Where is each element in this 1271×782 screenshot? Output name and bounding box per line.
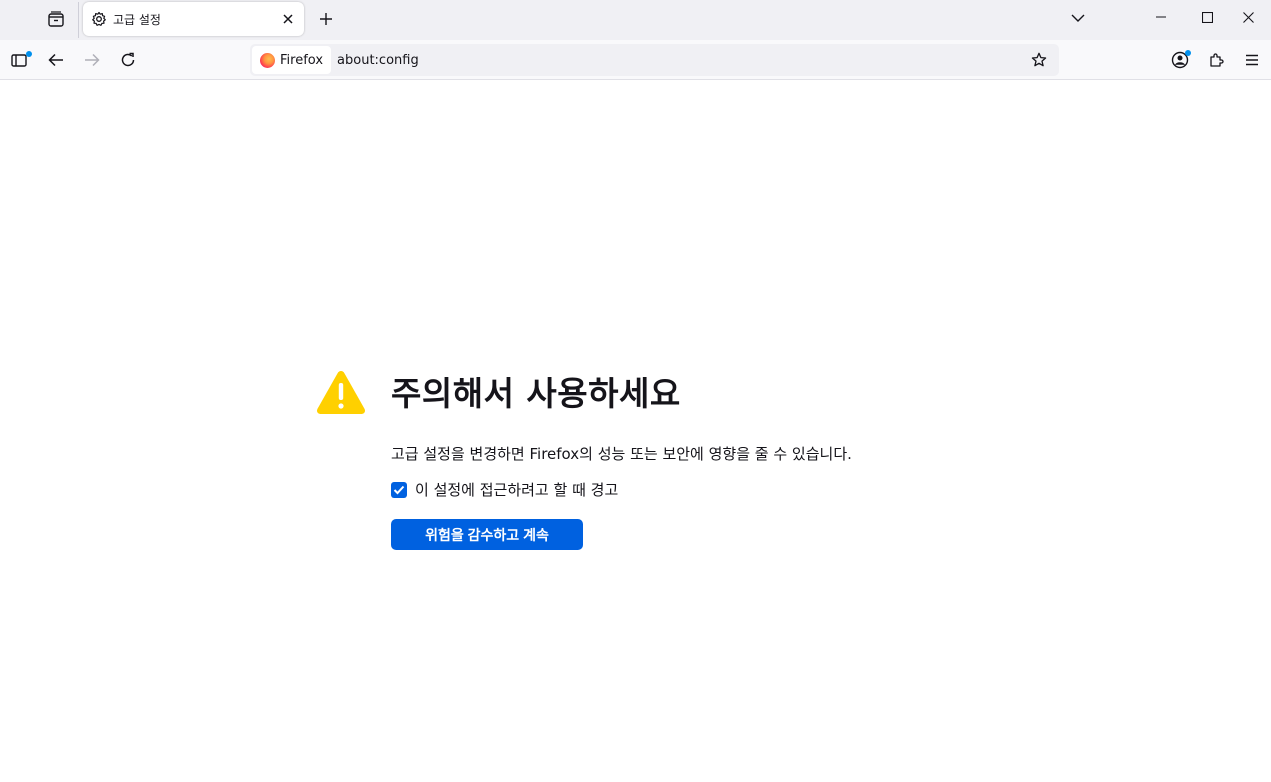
warning-description: 고급 설정을 변경하면 Firefox의 성능 또는 보안에 영향을 줄 수 있… [391,445,852,463]
reload-icon [121,52,135,67]
plus-icon [320,13,332,25]
firefox-view-icon [48,11,64,27]
extensions-button[interactable] [1201,45,1231,75]
url-input[interactable]: about:config [337,53,1025,68]
star-icon [1031,52,1047,67]
warning-checkbox-label[interactable]: 이 설정에 접근하려고 할 때 경고 [415,479,618,500]
minimize-icon [1156,16,1166,18]
back-button[interactable] [41,45,71,75]
sidebar-button[interactable] [5,45,35,75]
list-all-tabs-button[interactable] [1066,6,1090,30]
minimize-button[interactable] [1138,0,1184,34]
forward-button[interactable] [77,45,107,75]
tab-separator [78,2,79,38]
url-bar[interactable]: Firefox about:config [250,44,1059,76]
maximize-icon [1201,11,1213,23]
maximize-button[interactable] [1184,0,1230,34]
arrow-right-icon [85,53,100,67]
identity-box[interactable]: Firefox [252,46,332,74]
reload-button[interactable] [113,45,143,75]
close-window-button[interactable] [1225,0,1271,34]
warning-checkbox-row[interactable]: 이 설정에 접근하려고 할 때 경고 [391,479,618,500]
tab-close-button[interactable] [278,9,298,29]
navigation-toolbar: Firefox about:config [0,40,1271,80]
account-button[interactable] [1165,45,1195,75]
tab-title: 고급 설정 [113,12,161,27]
new-tab-button[interactable] [313,6,339,32]
firefox-logo-icon [260,52,275,68]
arrow-left-icon [48,53,63,67]
accept-risk-button[interactable]: 위험을 감수하고 계속 [391,519,583,550]
notification-dot [26,51,32,57]
page-title: 주의해서 사용하세요 [391,374,681,413]
notification-dot [1185,50,1191,56]
puzzle-icon [1210,53,1224,67]
tab-advanced-settings[interactable]: 고급 설정 [83,2,304,36]
tab-strip: 고급 설정 [0,0,1271,40]
bookmark-star-button[interactable] [1025,46,1053,74]
gear-icon [91,11,107,27]
warning-checkbox[interactable] [391,481,407,498]
hamburger-menu-icon [1246,54,1258,66]
identity-label: Firefox [280,52,324,68]
close-icon [283,14,293,24]
checkmark-icon [393,485,405,494]
firefox-view-button[interactable] [40,6,72,32]
close-icon [1242,11,1254,23]
page-content: 주의해서 사용하세요 고급 설정을 변경하면 Firefox의 성능 또는 보안… [0,81,1271,782]
chevron-down-icon [1071,14,1085,22]
menu-button[interactable] [1237,45,1267,75]
warning-icon [316,371,366,414]
